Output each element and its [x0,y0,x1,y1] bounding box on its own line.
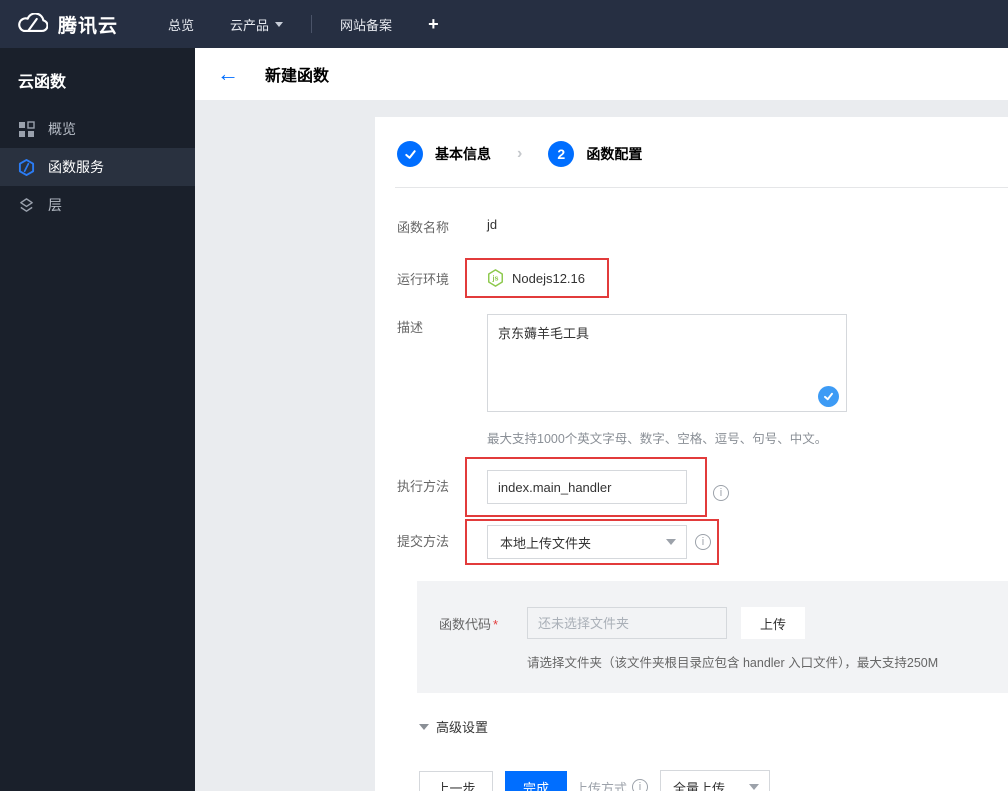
sidebar-title: 云函数 [18,74,67,91]
previous-step-button[interactable]: 上一步 [419,771,493,791]
dropdown-caret-icon [749,784,760,790]
upload-mode-value: 全量上传 [673,780,726,791]
sidebar-item-label: 函数服务 [48,159,104,175]
sidebar-item-overview[interactable]: 概览 [0,110,195,148]
tencent-cloud-logo-icon [18,13,48,35]
submit-method-dropdown[interactable]: 本地上传文件夹 [487,525,687,559]
function-code-label: 函数代码 * [439,616,499,632]
tencent-cloud-brand[interactable]: 腾讯云 [0,11,136,38]
brand-name: 腾讯云 [58,15,119,37]
upload-button[interactable]: 上传 [741,607,805,639]
finish-button[interactable]: 完成 [505,771,567,791]
function-code-hint: 请选择文件夹（该文件夹根目录应包含 handler 入口文件），最大支持250M [527,656,939,670]
annotation-box-submit-method: 本地上传文件夹 i [465,519,719,565]
description-textarea[interactable]: 京东薅羊毛工具 [487,314,847,412]
page-title: 新建函数 [265,68,330,85]
step-basic-info: 基本信息 [397,141,491,167]
description-label: 描述 [397,320,424,335]
svg-text:js: js [492,274,499,283]
main-area: ← 新建函数 基本信息 › 2 函数配置 函数名称 jd 运行环境 js Nod… [195,48,1008,791]
topbar: 腾讯云 总览 云产品 网站备案 + [0,0,1008,48]
step-function-config: 2 函数配置 [548,141,642,167]
add-tab-button[interactable]: + [414,14,453,35]
step-indicator: 基本信息 › 2 函数配置 [375,117,1008,167]
function-hexagon-icon [18,158,35,176]
required-star: * [493,616,499,632]
topnav-divider [311,15,313,33]
folder-path-input[interactable] [527,607,727,639]
function-code-section: 函数代码* 上传 请选择文件夹（该文件夹根目录应包含 handler 入口文件）… [417,581,1008,693]
sidebar-item-label: 层 [48,197,62,213]
advanced-settings-toggle[interactable]: 高级设置 [419,717,1008,736]
caret-down-icon [275,21,284,27]
nodejs-icon: js [487,269,504,287]
grid-icon [18,120,35,138]
topnav-item-overview[interactable]: 总览 [154,0,208,48]
runtime-value: Nodejs12.16 [512,270,585,286]
upload-mode: 上传方式 i [575,778,649,791]
sidebar-item-layers[interactable]: 层 [0,186,195,224]
row-description: 描述 京东薅羊毛工具 最大支持1000个英文字母、数字、空格、逗号、句号、中文。 [397,314,1008,447]
function-name-value: jd [487,217,498,232]
upload-mode-dropdown[interactable]: 全量上传 [660,770,771,791]
topnav-item-icp[interactable]: 网站备案 [326,0,406,48]
submit-method-info-icon[interactable]: i [695,534,711,550]
row-handler: 执行方法 i [397,447,1008,517]
step-number: 2 [548,141,575,167]
upload-mode-label: 上传方式 [575,780,628,791]
description-field-wrap: 京东薅羊毛工具 [487,314,847,417]
description-hint: 最大支持1000个英文字母、数字、空格、逗号、句号、中文。 [487,432,828,446]
annotation-box-handler [465,457,707,517]
sidebar-item-functions[interactable]: 函数服务 [0,148,195,186]
sidebar-item-label: 概览 [48,121,76,137]
handler-info-icon[interactable]: i [713,485,729,501]
function-name-label: 函数名称 [397,220,450,235]
create-function-card: 基本信息 › 2 函数配置 函数名称 jd 运行环境 js Nodejs12.1… [375,117,1008,791]
row-submit-method: 提交方法 本地上传文件夹 i [397,517,1008,565]
layers-icon [18,197,35,214]
step-label: 函数配置 [586,146,643,162]
upload-mode-info-icon[interactable]: i [632,779,649,791]
row-function-name: 函数名称 jd [397,214,1008,236]
handler-input[interactable] [487,470,687,504]
sidebar: 云函数 概览 函数服务 层 [0,48,195,791]
advanced-settings-label: 高级设置 [436,720,489,735]
submit-method-value: 本地上传文件夹 [500,535,592,551]
dropdown-caret-icon [666,539,676,545]
row-runtime: 运行环境 js Nodejs12.16 [397,244,1008,298]
step-label: 基本信息 [435,146,491,162]
function-config-form: 函数名称 jd 运行环境 js Nodejs12.16 描述 京东薅羊毛工具 最… [375,188,1008,791]
topnav-item-products[interactable]: 云产品 [216,0,297,48]
back-arrow-icon[interactable]: ← [217,63,239,85]
valid-check-icon [818,386,839,407]
topnav: 总览 云产品 网站备案 + [154,0,453,48]
content-area: 基本信息 › 2 函数配置 函数名称 jd 运行环境 js Nodejs12.1… [195,100,1008,791]
page-header: ← 新建函数 [195,48,1008,100]
annotation-box-runtime: js Nodejs12.16 [465,258,609,298]
advanced-caret-icon [419,723,429,730]
step-check-icon [397,141,423,167]
step-chevron-icon: › [517,145,523,162]
footer-actions: 上一步 完成 上传方式 i 全量上传 [419,770,1008,791]
row-function-code: 函数代码* 上传 [439,607,1008,639]
